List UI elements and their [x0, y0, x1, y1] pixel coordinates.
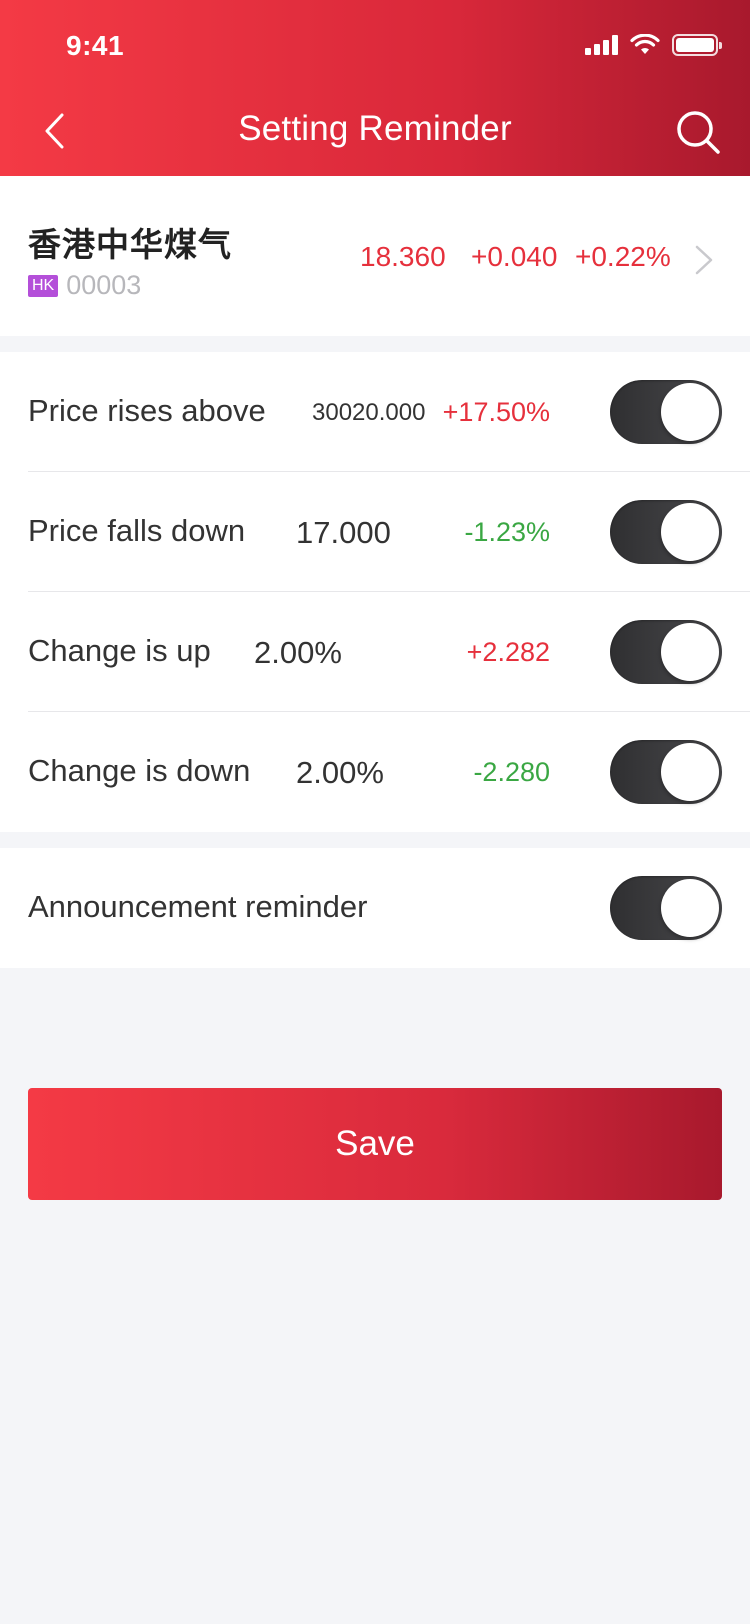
toggle-knob: [661, 743, 719, 801]
toggle-knob: [661, 503, 719, 561]
reminder-value-input[interactable]: 30020.000: [312, 399, 425, 427]
stock-code: 00003: [66, 270, 142, 300]
app-header: 9:41 Setting Reminder: [0, 0, 750, 176]
reminder-row-change-down: Change is down 2.00% -2.280: [0, 712, 750, 832]
page-title: Setting Reminder: [238, 109, 512, 148]
reminder-change: +2.282: [466, 637, 550, 667]
reminder-row-price-rises: Price rises above 30020.000 +17.50%: [0, 352, 750, 472]
market-badge: HK: [28, 274, 59, 297]
reminder-list: Price rises above 30020.000 +17.50% Pric…: [0, 352, 750, 832]
reminder-row-price-falls: Price falls down 17.000 -1.23%: [0, 472, 750, 592]
search-button[interactable]: [674, 108, 722, 156]
announcement-toggle[interactable]: [610, 876, 722, 940]
signal-icon: [585, 35, 618, 55]
search-icon: [677, 111, 720, 154]
stock-change: +0.040: [471, 241, 558, 272]
save-button[interactable]: Save: [28, 1088, 722, 1200]
stock-price: 18.360: [360, 241, 446, 272]
change-up-toggle[interactable]: [610, 620, 722, 684]
change-down-toggle[interactable]: [610, 740, 722, 804]
stock-name: 香港中华煤气: [28, 225, 232, 264]
stock-summary[interactable]: 香港中华煤气 HK 00003 18.360 +0.040 +0.22%: [0, 176, 750, 336]
reminder-label: Change is up: [28, 633, 211, 668]
toggle-knob: [661, 623, 719, 681]
toggle-knob: [661, 383, 719, 441]
status-time: 9:41: [66, 30, 125, 61]
reminder-label: Price rises above: [28, 393, 266, 428]
reminder-change: +17.50%: [442, 397, 550, 427]
wifi-icon: [630, 34, 660, 54]
reminder-value-input[interactable]: 2.00%: [254, 635, 342, 671]
reminder-label: Change is down: [28, 753, 251, 788]
announcement-label: Announcement reminder: [28, 889, 368, 924]
reminder-change: -2.280: [473, 757, 550, 787]
reminder-change: -1.23%: [464, 517, 550, 547]
reminder-value-input[interactable]: 2.00%: [296, 755, 384, 791]
stock-code-row: HK 00003: [28, 270, 141, 301]
status-icons: [585, 34, 722, 56]
reminder-value-input[interactable]: 17.000: [296, 515, 391, 551]
price-falls-toggle[interactable]: [610, 500, 722, 564]
chevron-right-icon: [695, 245, 713, 275]
price-rises-toggle[interactable]: [610, 380, 722, 444]
reminder-row-change-up: Change is up 2.00% +2.282: [0, 592, 750, 712]
toggle-knob: [661, 879, 719, 937]
announcement-row: Announcement reminder: [0, 848, 750, 968]
stock-change-pct: +0.22%: [575, 241, 671, 272]
reminder-label: Price falls down: [28, 513, 246, 548]
battery-icon: [672, 34, 722, 56]
